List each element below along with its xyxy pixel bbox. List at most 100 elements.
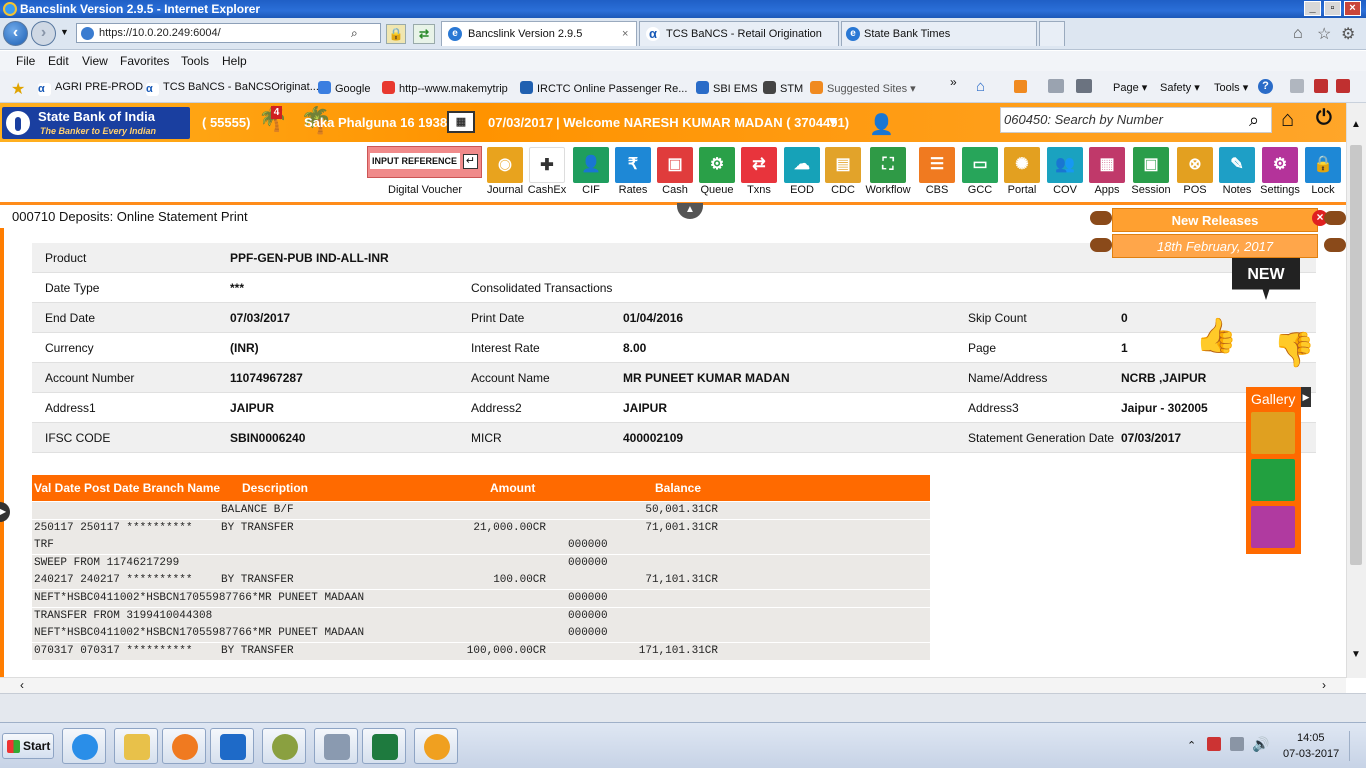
side-expand-icon[interactable]: ▶ xyxy=(0,502,10,522)
toolbar-rates-icon[interactable]: ₹ xyxy=(615,147,651,183)
collapse-up-icon[interactable]: ▲ xyxy=(677,203,703,219)
refresh-icon[interactable]: ⇄ xyxy=(413,24,435,44)
toolbar-txns-icon[interactable]: ⇄ xyxy=(741,147,777,183)
toolbar-portal-icon[interactable]: ✺ xyxy=(1004,147,1040,183)
toolbar-cbs-icon[interactable]: ☰ xyxy=(919,147,955,183)
horizontal-scrollbar[interactable]: ‹ › xyxy=(0,677,1346,693)
restore-button[interactable]: ▫ xyxy=(1324,1,1341,16)
fav-irctc[interactable]: IRCTC Online Passenger Re... xyxy=(520,81,687,95)
favorites-star-icon[interactable]: ★ xyxy=(11,79,25,99)
vertical-scrollbar[interactable]: ▲ ▼ xyxy=(1346,103,1366,678)
fav-google[interactable]: Google xyxy=(318,81,370,95)
forward-icon[interactable]: › xyxy=(31,21,56,46)
favorites-star-icon[interactable]: ☆ xyxy=(1317,24,1331,44)
close-window-button[interactable]: × xyxy=(1344,1,1361,16)
toolbar-cash-icon[interactable]: ▣ xyxy=(657,147,693,183)
taskbar-ie[interactable] xyxy=(62,728,106,764)
rss-icon[interactable] xyxy=(1014,80,1027,93)
history-dropdown-icon[interactable]: ▼ xyxy=(60,27,69,37)
print-icon[interactable] xyxy=(1076,79,1092,93)
search-icon[interactable]: ⌕ xyxy=(351,24,358,42)
taskbar-media[interactable] xyxy=(162,728,206,764)
safety-menu[interactable]: Safety ▾ xyxy=(1160,81,1200,94)
clock-date[interactable]: 07-03-2017 xyxy=(1283,748,1339,760)
toolbar-eod-icon[interactable]: ☁ xyxy=(784,147,820,183)
fav-suggested-sites[interactable]: Suggested Sites ▾ xyxy=(810,81,916,95)
toolbar-workflow-label[interactable]: Workflow xyxy=(862,184,914,196)
show-desktop-button[interactable] xyxy=(1349,731,1363,761)
tab-state-bank-times[interactable]: e State Bank Times xyxy=(841,21,1037,46)
toolbar-gcc-icon[interactable]: ▭ xyxy=(962,147,998,183)
user-profile-icon[interactable]: 👤 xyxy=(869,112,894,136)
toolbar-cov-icon[interactable]: 👥 xyxy=(1047,147,1083,183)
search-icon[interactable]: ⌕ xyxy=(1249,108,1259,132)
lock-icon[interactable]: 🔒 xyxy=(386,24,406,44)
toolbar-session-icon[interactable]: ▣ xyxy=(1133,147,1169,183)
toolbar-cashex-icon[interactable]: ✚ xyxy=(529,147,565,183)
toolbar-queue-icon[interactable]: ⚙ xyxy=(699,147,735,183)
addon-icon[interactable] xyxy=(1336,79,1350,93)
taskbar-excel[interactable] xyxy=(362,728,406,764)
menu-help[interactable]: Help xyxy=(222,54,247,68)
new-releases-title[interactable]: New Releases xyxy=(1112,208,1318,232)
help-icon[interactable]: ? xyxy=(1258,79,1273,94)
toolbar-lock-icon[interactable]: 🔒 xyxy=(1305,147,1341,183)
clock-time[interactable]: 14:05 xyxy=(1297,732,1325,744)
input-reference-field[interactable]: INPUT REFERENCE ↵ xyxy=(367,146,482,178)
thumbs-down-icon[interactable]: 👎 xyxy=(1273,330,1315,370)
scroll-thumb[interactable] xyxy=(1350,145,1362,565)
minimize-button[interactable]: _ xyxy=(1304,1,1321,16)
tab-tcs-bancs[interactable]: α TCS BaNCS - Retail Origination xyxy=(639,21,839,46)
toolbar-journal-icon[interactable]: ◉ xyxy=(487,147,523,183)
home-icon[interactable]: ⌂ xyxy=(976,78,985,95)
volume-icon[interactable]: 🔊 xyxy=(1252,736,1269,753)
mail-icon[interactable] xyxy=(1048,79,1064,93)
gallery-expand-icon[interactable]: ▶ xyxy=(1301,387,1311,407)
bank-help-icon[interactable] xyxy=(1251,412,1295,454)
toolbar-cif-icon[interactable]: 👤 xyxy=(573,147,609,183)
scroll-right-icon[interactable]: › xyxy=(1322,678,1326,692)
start-button[interactable]: Start xyxy=(2,733,54,759)
scroll-up-icon[interactable]: ▲ xyxy=(1351,119,1361,130)
toolbar-cdc-icon[interactable]: ▤ xyxy=(825,147,861,183)
research-icon[interactable] xyxy=(1290,79,1304,93)
toolbar-pos-icon[interactable]: ⊗ xyxy=(1177,147,1213,183)
address-bar[interactable]: https://10.0.20.249:6004/ ⌕ xyxy=(76,23,381,43)
taskbar-sbi-app[interactable] xyxy=(414,728,458,764)
toolbar-apps-icon[interactable]: ▦ xyxy=(1089,147,1125,183)
taskbar-outlook[interactable] xyxy=(210,728,254,764)
home-icon[interactable]: ⌂ xyxy=(1281,106,1294,132)
toolbar-workflow-icon[interactable]: ⛶ xyxy=(870,147,906,183)
taskbar-calculator[interactable] xyxy=(314,728,358,764)
gear-icon[interactable]: ⚙ xyxy=(1341,24,1355,44)
enter-icon[interactable]: ↵ xyxy=(463,154,478,169)
thumbs-up-icon[interactable]: 👍 xyxy=(1195,316,1237,356)
fav-tcs-bancs[interactable]: α TCS BaNCS - BaNCSOriginat... xyxy=(146,81,319,96)
menu-tools[interactable]: Tools xyxy=(181,54,209,68)
onenote-icon[interactable] xyxy=(1314,79,1328,93)
fav-makemytrip[interactable]: http--www.makemytrip xyxy=(382,81,508,95)
network-icon[interactable] xyxy=(1230,737,1244,751)
new-tab-button[interactable] xyxy=(1039,21,1065,46)
tools-menu[interactable]: Tools ▾ xyxy=(1214,81,1248,94)
home-icon[interactable]: ⌂ xyxy=(1293,25,1303,43)
fav-sbi-ems[interactable]: SBI EMS xyxy=(696,81,758,95)
tab-close-icon[interactable]: × xyxy=(622,22,628,46)
power-icon[interactable]: ⏻ xyxy=(1316,107,1332,130)
back-icon[interactable]: ‹ xyxy=(3,21,28,46)
menu-file[interactable]: File xyxy=(16,54,35,68)
scroll-down-icon[interactable]: ▼ xyxy=(1351,649,1361,660)
search-by-number-input[interactable]: 060450: Search by Number ⌕ xyxy=(1000,107,1272,133)
toolbar-settings-icon[interactable]: ⚙ xyxy=(1262,147,1298,183)
toolbar-notes-icon[interactable]: ✎ xyxy=(1219,147,1255,183)
menu-favorites[interactable]: Favorites xyxy=(120,54,169,68)
menu-view[interactable]: View xyxy=(82,54,108,68)
tab-bancslink[interactable]: e Bancslink Version 2.9.5 × xyxy=(441,21,637,46)
user-menu-dropdown-icon[interactable]: ▼ xyxy=(826,113,840,129)
more-chevron-icon[interactable]: » xyxy=(950,75,957,89)
toolbar-lock-label[interactable]: Lock xyxy=(1297,184,1349,196)
fav-agri-pre-prod[interactable]: α AGRI PRE-PROD xyxy=(38,81,143,96)
bank-search-icon[interactable] xyxy=(1251,506,1295,548)
taskbar-explorer[interactable] xyxy=(114,728,158,764)
security-alert-icon[interactable] xyxy=(1207,737,1221,751)
